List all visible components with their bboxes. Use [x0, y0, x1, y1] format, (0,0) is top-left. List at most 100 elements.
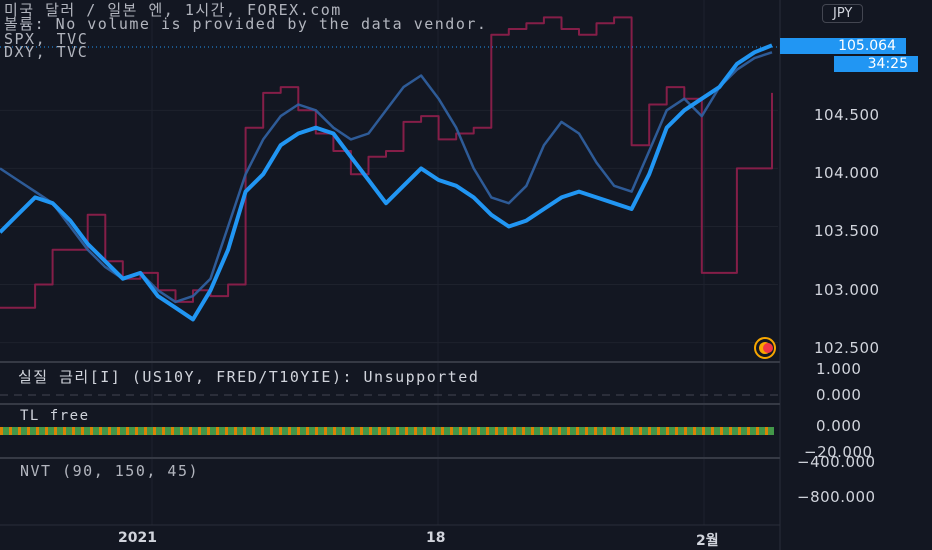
tl-bar — [558, 427, 561, 435]
tl-bar — [168, 427, 171, 435]
tl-bar — [123, 427, 126, 435]
tl-bar — [717, 427, 720, 435]
tl-bar — [339, 427, 342, 435]
tl-bar — [204, 427, 207, 435]
tl-bar — [348, 427, 351, 435]
tl-bar — [363, 427, 366, 435]
tl-bar — [600, 427, 603, 435]
nvt-tick: −800.000 — [797, 488, 876, 506]
tl-bar — [66, 427, 69, 435]
tl-bar — [678, 427, 681, 435]
tl-bar — [402, 427, 405, 435]
tl-bar — [543, 427, 546, 435]
tl-bar — [147, 427, 150, 435]
tl-bar — [432, 427, 435, 435]
tl-bar — [759, 427, 762, 435]
tl-bar — [444, 427, 447, 435]
tl-bar — [105, 427, 108, 435]
tl-pane-title[interactable]: TL free — [20, 408, 90, 424]
tl-bar — [507, 427, 510, 435]
tl-bar — [144, 427, 147, 435]
tl-bar — [711, 427, 714, 435]
tl-bar — [414, 427, 417, 435]
tl-bar — [15, 427, 18, 435]
tl-bar — [72, 427, 75, 435]
tl-bar — [570, 427, 573, 435]
tl-bar — [474, 427, 477, 435]
tl-bar — [459, 427, 462, 435]
tl-bar — [699, 427, 702, 435]
tl-bar — [654, 427, 657, 435]
tl-bar — [333, 427, 336, 435]
tl-bar — [456, 427, 459, 435]
tl-bar — [375, 427, 378, 435]
tl-bar — [165, 427, 168, 435]
tl-bar — [675, 427, 678, 435]
tl-bar — [684, 427, 687, 435]
tl-bar — [330, 427, 333, 435]
tl-bar — [603, 427, 606, 435]
tl-bar — [39, 427, 42, 435]
tl-bar — [294, 427, 297, 435]
tl-bar — [453, 427, 456, 435]
y-tick-label: 104.000 — [814, 164, 880, 182]
tl-bar — [186, 427, 189, 435]
tl-bar — [189, 427, 192, 435]
tl-bar — [495, 427, 498, 435]
tl-bar — [324, 427, 327, 435]
tl-bar — [216, 427, 219, 435]
tl-bar — [657, 427, 660, 435]
tl-bar — [219, 427, 222, 435]
tl-bar — [771, 427, 774, 435]
tl-bar — [390, 427, 393, 435]
tl-bar — [108, 427, 111, 435]
tl-bar — [267, 427, 270, 435]
tl-bar — [132, 427, 135, 435]
tl-bar — [69, 427, 72, 435]
tl-bar — [270, 427, 273, 435]
tl-bar — [99, 427, 102, 435]
tl-bar — [420, 427, 423, 435]
tl-bar — [111, 427, 114, 435]
legend-dxy[interactable]: DXY, TVC — [4, 45, 88, 60]
tl-bar — [114, 427, 117, 435]
tl-bar — [462, 427, 465, 435]
tl-bar — [666, 427, 669, 435]
tl-bar — [129, 427, 132, 435]
tl-bar — [762, 427, 765, 435]
tl-bar — [288, 427, 291, 435]
tl-bar — [93, 427, 96, 435]
tl-bar — [465, 427, 468, 435]
tl-bar — [690, 427, 693, 435]
tl-bar — [534, 427, 537, 435]
tl-bar — [180, 427, 183, 435]
real-rate-pane-title[interactable]: 실질 금리[I] (US10Y, FRED/T10YIE): Unsupport… — [18, 366, 479, 387]
tl-bar — [309, 427, 312, 435]
tl-bar — [702, 427, 705, 435]
tl-bar — [447, 427, 450, 435]
tl-bar — [345, 427, 348, 435]
tl-bar — [201, 427, 204, 435]
tl-bar — [273, 427, 276, 435]
currency-badge[interactable]: JPY — [822, 4, 864, 23]
tl-bar — [573, 427, 576, 435]
tl-bar — [48, 427, 51, 435]
tl-bar — [696, 427, 699, 435]
tl-bar — [252, 427, 255, 435]
tl-histogram — [0, 427, 774, 435]
tl-bar — [714, 427, 717, 435]
tl-bar — [720, 427, 723, 435]
tl-bar — [606, 427, 609, 435]
nvt-pane-title[interactable]: NVT (90, 150, 45) — [20, 462, 199, 480]
tl-bar — [411, 427, 414, 435]
tl-bar — [513, 427, 516, 435]
tl-bar — [564, 427, 567, 435]
tl-bar — [396, 427, 399, 435]
tl-bar — [546, 427, 549, 435]
y-tick-label: 103.500 — [814, 222, 880, 240]
tl-bar — [588, 427, 591, 435]
goto-realtime-icon[interactable] — [754, 337, 776, 359]
tl-bar — [138, 427, 141, 435]
tl-bar — [126, 427, 129, 435]
tl-bar — [750, 427, 753, 435]
